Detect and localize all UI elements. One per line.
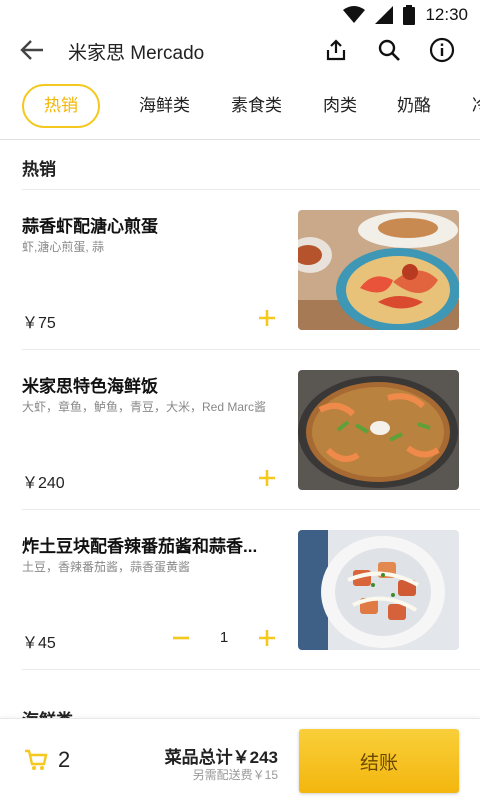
info-icon [429, 37, 455, 63]
signal-icon [375, 6, 394, 24]
item-price: ￥45 [22, 635, 56, 652]
cart-button[interactable] [24, 749, 48, 776]
divider [22, 669, 480, 670]
shrimp-egg-dish-image [298, 210, 459, 330]
info-button[interactable] [427, 35, 457, 65]
tab-seafood[interactable]: 海鲜类 [139, 84, 190, 128]
tab-cold[interactable]: 冷 [472, 84, 480, 128]
wifi-icon [343, 6, 366, 23]
item-price: ￥75 [22, 315, 56, 332]
cart-bar: 2 菜品总计￥243 另需配送费￥15 结账 [0, 718, 480, 800]
page-title: 米家思 Mercado [68, 43, 205, 64]
plus-icon [259, 310, 275, 326]
tab-vegetarian[interactable]: 素食类 [231, 84, 282, 128]
remove-button[interactable] [169, 626, 193, 650]
arrow-left-icon [20, 40, 43, 60]
back-button[interactable] [18, 36, 46, 64]
item-image [298, 210, 459, 330]
tab-hot[interactable]: 热销 [22, 84, 100, 128]
share-icon [326, 39, 346, 61]
item-name: 炸土豆块配香辣番茄酱和蒜香... [22, 537, 258, 556]
cart-count: 2 [58, 747, 71, 772]
category-tabs: 热销 海鲜类 素食类 肉类 奶酪 冷 [0, 80, 480, 132]
item-name: 蒜香虾配溏心煎蛋 [22, 217, 158, 236]
minus-icon [173, 636, 189, 640]
potato-bravas-image [298, 530, 459, 650]
item-image [298, 530, 459, 650]
app-bar: 米家思 Mercado [0, 30, 480, 70]
seafood-paella-image [298, 370, 459, 490]
item-price: ￥240 [22, 475, 65, 492]
plus-icon [259, 630, 275, 646]
checkout-button[interactable]: 结账 [299, 729, 459, 793]
status-time: 12:30 [425, 5, 468, 24]
item-desc: 虾,溏心煎蛋, 蒜 [22, 240, 105, 254]
item-name: 米家思特色海鲜饭 [22, 377, 158, 396]
cart-icon [25, 749, 48, 770]
add-button[interactable] [255, 626, 279, 650]
section-title-hot: 热销 [22, 160, 56, 179]
share-button[interactable] [321, 35, 351, 65]
divider [22, 509, 480, 510]
status-bar: 12:30 [0, 0, 480, 30]
battery-icon [403, 5, 416, 25]
total-price: 菜品总计￥243 [164, 748, 278, 767]
tab-cheese[interactable]: 奶酪 [397, 84, 431, 128]
delivery-fee: 另需配送费￥15 [192, 768, 278, 782]
item-desc: 大虾，章鱼，鲈鱼，青豆，大米，Red Marc酱 [22, 400, 267, 414]
search-icon [378, 39, 400, 61]
tab-meat[interactable]: 肉类 [323, 84, 357, 128]
search-button[interactable] [374, 35, 404, 65]
item-image [298, 370, 459, 490]
divider [22, 189, 480, 190]
add-button[interactable] [255, 466, 279, 490]
add-button[interactable] [255, 306, 279, 330]
divider [0, 139, 480, 140]
divider [22, 349, 480, 350]
quantity-value: 1 [219, 629, 229, 646]
plus-icon [259, 470, 275, 486]
item-desc: 土豆，香辣番茄酱，蒜香蛋黄酱 [22, 560, 191, 574]
